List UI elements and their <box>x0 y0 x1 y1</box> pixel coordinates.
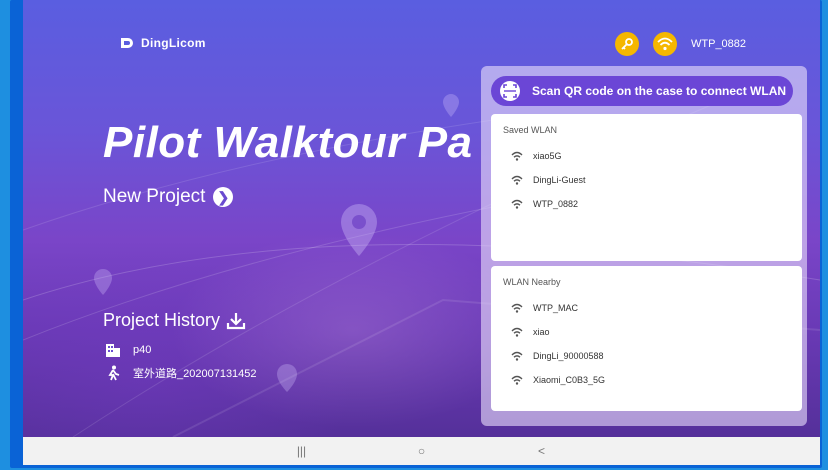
wifi-icon <box>511 151 523 161</box>
walking-person-icon <box>108 365 120 381</box>
back-button[interactable]: < <box>532 444 552 458</box>
location-pin-icon <box>94 269 112 295</box>
wlan-item[interactable]: WTP_MAC <box>511 303 578 313</box>
scan-qr-label: Scan QR code on the case to connect WLAN <box>532 84 787 98</box>
saved-wlan-card: Saved WLAN xiao5G DingLi-Guest WTP_0882 <box>491 114 802 261</box>
wlan-ssid: WTP_0882 <box>533 199 579 209</box>
building-icon <box>106 344 120 357</box>
wlan-item[interactable]: Xiaomi_C0B3_5G <box>511 375 605 385</box>
saved-wlan-header: Saved WLAN <box>503 125 558 135</box>
wlan-ssid: DingLi_90000588 <box>533 351 604 361</box>
wlan-item[interactable]: DingLi_90000588 <box>511 351 604 361</box>
scan-qr-button[interactable]: Scan QR code on the case to connect WLAN <box>491 76 793 106</box>
wifi-icon <box>511 351 523 361</box>
arrow-right-icon: ❯ <box>213 187 234 207</box>
wifi-icon[interactable] <box>653 32 677 56</box>
nearby-wlan-card: WLAN Nearby WTP_MAC xiao DingLi_90000588… <box>491 266 802 411</box>
dingli-logo-icon <box>121 38 133 48</box>
page-title: Pilot Walktour Pa <box>103 118 473 167</box>
qr-scan-icon <box>500 81 520 101</box>
wifi-ssid: WTP_0882 <box>691 38 747 50</box>
wlan-ssid: WTP_MAC <box>533 303 578 313</box>
wifi-icon <box>511 175 523 185</box>
brand-logo: DingLicom <box>119 35 206 51</box>
main-screen: DingLicom Pilot Walktour Pa New Project … <box>23 0 820 437</box>
nearby-wlan-header: WLAN Nearby <box>503 277 561 287</box>
key-icon[interactable] <box>615 32 639 56</box>
status-area: WTP_0882 <box>615 32 746 56</box>
wifi-icon <box>511 327 523 337</box>
wlan-item[interactable]: xiao5G <box>511 151 562 161</box>
download-icon <box>226 312 246 329</box>
system-navigation-bar: ||| ○ < <box>23 437 820 465</box>
wifi-icon <box>511 375 523 385</box>
wifi-icon <box>511 199 523 209</box>
wifi-icon <box>511 303 523 313</box>
recents-button[interactable]: ||| <box>292 444 312 458</box>
history-item-label: 室外道路_202007131452 <box>133 368 257 380</box>
wlan-panel: Scan QR code on the case to connect WLAN… <box>481 66 807 426</box>
home-button[interactable]: ○ <box>412 444 432 458</box>
new-project-label: New Project <box>103 186 206 207</box>
wlan-item[interactable]: WTP_0882 <box>511 199 578 209</box>
project-history-label: Project History <box>103 310 221 330</box>
location-pin-icon <box>341 204 377 256</box>
history-item[interactable]: p40 <box>105 342 151 358</box>
project-history-button[interactable]: Project History <box>103 310 246 331</box>
wlan-item[interactable]: xiao <box>511 327 550 337</box>
wlan-ssid: xiao <box>533 327 550 337</box>
brand-name: DingLicom <box>141 36 206 50</box>
wlan-ssid: DingLi-Guest <box>533 175 586 185</box>
wlan-item[interactable]: DingLi-Guest <box>511 175 586 185</box>
location-pin-icon <box>277 364 297 392</box>
wlan-ssid: Xiaomi_C0B3_5G <box>533 375 606 385</box>
history-item[interactable]: 室外道路_202007131452 <box>105 365 257 381</box>
wlan-ssid: xiao5G <box>533 151 562 161</box>
new-project-button[interactable]: New Project ❯ <box>103 186 234 208</box>
location-pin-icon <box>443 94 459 117</box>
history-item-label: p40 <box>133 344 152 356</box>
